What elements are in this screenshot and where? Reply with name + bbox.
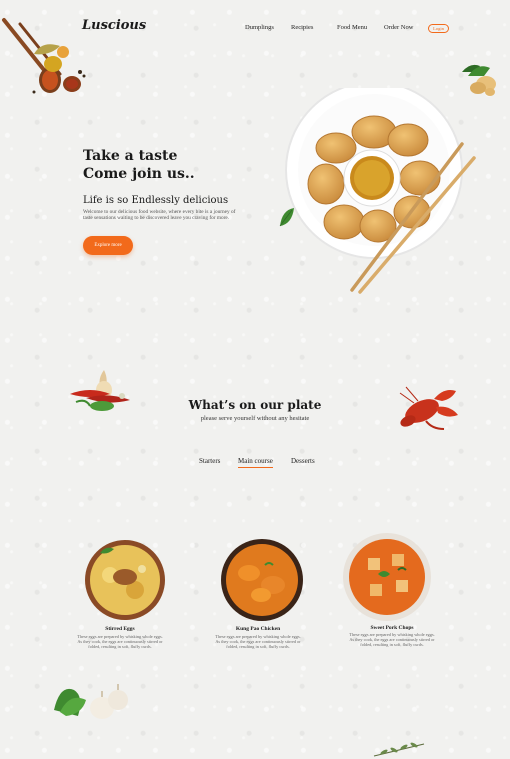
hero-title-line1: Take a taste	[83, 148, 178, 164]
dish-description: These eggs are prepared by whisking whol…	[349, 632, 435, 648]
stirred-eggs-image	[85, 540, 165, 620]
section-title: What’s on our plate	[188, 398, 322, 412]
nav-recipies[interactable]: Recipies	[291, 24, 313, 31]
explore-more-button[interactable]: Explore more	[83, 236, 133, 255]
section-subtitle: please serve yourself without any hesita…	[200, 415, 310, 422]
hero-title: Take a taste Come join us..	[83, 147, 195, 183]
dish-name: Stirred Eggs	[105, 626, 135, 632]
login-button[interactable]: Login	[428, 24, 449, 33]
nav-dumplings[interactable]: Dumplings	[245, 24, 274, 31]
dish-name: Sweet Pork Chops	[370, 625, 414, 631]
hero-subtitle: Life is so Endlessly delicious	[83, 195, 229, 206]
tab-desserts[interactable]: Desserts	[291, 457, 315, 465]
hero-title-line2: Come join us..	[83, 166, 195, 182]
nav-food-menu[interactable]: Food Menu	[337, 24, 367, 31]
hero-description: Welcome to our delicious food website, w…	[83, 209, 236, 222]
spice-spoons-icon	[2, 18, 86, 94]
kung-pao-chicken-image	[221, 539, 303, 621]
dish-name: Kung Pao Chicken	[235, 626, 281, 632]
leaf-icon	[279, 208, 294, 227]
sweet-pork-chops-image	[343, 533, 431, 621]
herb-icon	[373, 742, 425, 757]
dumpling-plate-icon	[285, 88, 476, 294]
nav-order-now[interactable]: Order Now	[384, 24, 413, 31]
dish-description: These eggs are prepared by whisking whol…	[77, 634, 163, 650]
tab-main-course[interactable]: Main course	[238, 457, 273, 468]
garlic-icon	[54, 684, 128, 719]
tab-starters[interactable]: Starters	[199, 457, 220, 465]
dish-description: These eggs are prepared by whisking whol…	[215, 634, 301, 650]
